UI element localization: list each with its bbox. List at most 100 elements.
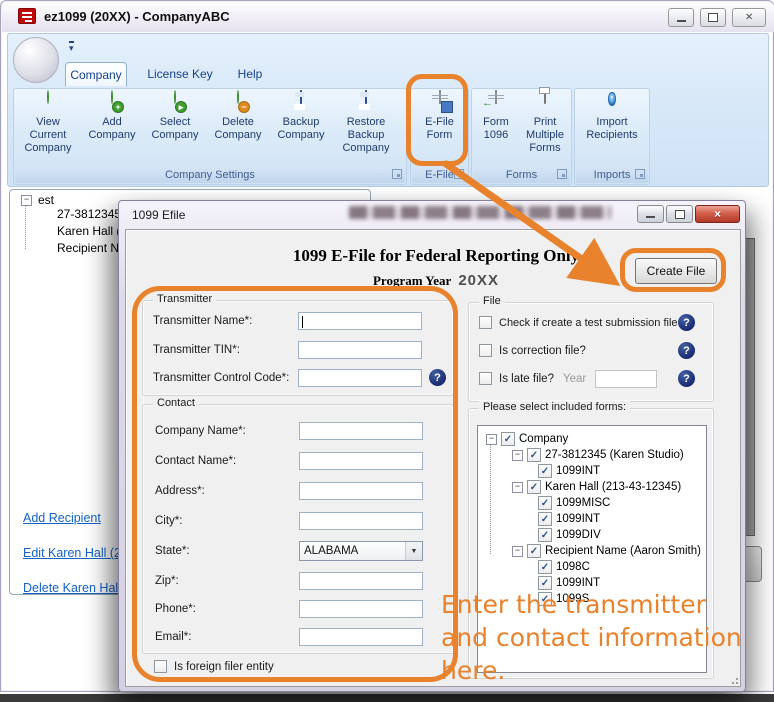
close-button[interactable]: ×: [732, 8, 766, 27]
checked-checkbox: ✓: [538, 464, 552, 478]
dialog-launcher-icon[interactable]: [392, 169, 402, 179]
group-label-text: Forms: [506, 169, 537, 181]
collapse-icon[interactable]: −: [512, 482, 523, 493]
group-label-imports: Imports: [576, 167, 648, 183]
collapse-icon[interactable]: −: [512, 450, 523, 461]
minimize-button[interactable]: [668, 8, 694, 27]
maximize-icon: [708, 13, 718, 22]
tree-item-label: Company: [519, 433, 568, 445]
tree-item-label: 1099DIV: [556, 529, 601, 541]
floppy-disk-icon: [291, 91, 311, 111]
import-recipients-button[interactable]: ↑ Import Recipients: [578, 91, 646, 142]
plus-badge-icon: +: [112, 101, 124, 113]
help-icon[interactable]: ?: [678, 370, 695, 387]
tab-help[interactable]: Help: [229, 62, 271, 86]
dialog-launcher-icon[interactable]: [557, 169, 567, 179]
close-icon: ×: [714, 207, 721, 221]
forms-tree-item[interactable]: − ✓ Company: [486, 432, 568, 446]
dialog-minimize-button[interactable]: [637, 205, 664, 223]
form-1096-button[interactable]: ← Form 1096: [473, 91, 519, 142]
forms-tree-item[interactable]: ✓ 1098C: [538, 560, 590, 574]
form-document-icon: ←: [486, 91, 506, 111]
forms-tree-item[interactable]: − ✓ Karen Hall (213-43-12345): [512, 480, 681, 494]
help-icon[interactable]: ?: [678, 342, 695, 359]
check-icon: ✓: [530, 546, 538, 557]
dialog-launcher-icon[interactable]: [454, 169, 464, 179]
dialog-close-button[interactable]: ×: [695, 205, 740, 223]
included-forms-legend: Please select included forms:: [479, 401, 630, 413]
restore-backup-company-button[interactable]: Restore Backup Company: [333, 91, 399, 155]
tree-item-label: Recipient Name (Aaron Smith): [545, 545, 701, 557]
button-label: Backup Company: [270, 116, 332, 142]
minimize-icon: [646, 216, 655, 218]
close-icon: ×: [745, 10, 753, 26]
printer-icon: [535, 91, 555, 111]
checkbox-label: Is late file?: [499, 373, 554, 385]
group-label-text: Imports: [594, 169, 631, 181]
check-icon: ✓: [541, 466, 549, 477]
button-label: Import Recipients: [578, 116, 646, 142]
checked-checkbox: ✓: [538, 528, 552, 542]
forms-tree-item[interactable]: ✓ 1099INT: [538, 512, 600, 526]
forms-tree-item[interactable]: − ✓ Recipient Name (Aaron Smith): [512, 544, 701, 558]
globe-minus-icon: −: [228, 91, 248, 111]
collapse-icon[interactable]: −: [486, 434, 497, 445]
print-multiple-forms-button[interactable]: Print Multiple Forms: [520, 91, 570, 155]
check-icon: ✓: [504, 434, 512, 445]
tab-company[interactable]: Company: [65, 62, 127, 86]
check-icon: ✓: [541, 498, 549, 509]
checked-checkbox: ✓: [538, 560, 552, 574]
app-logo-icon: [18, 8, 36, 24]
up-arrow-glyph: ↑: [608, 92, 616, 106]
checked-checkbox: ✓: [538, 496, 552, 510]
link-label: Add Recipient: [23, 511, 101, 525]
tree-item-label: 1099MISC: [556, 497, 610, 509]
collapse-icon[interactable]: −: [21, 195, 32, 206]
group-label-forms: Forms: [473, 167, 570, 183]
delete-company-button[interactable]: − Delete Company: [207, 91, 269, 142]
maximize-button[interactable]: [700, 8, 726, 27]
dialog-maximize-button[interactable]: [666, 205, 693, 223]
tab-license-key[interactable]: License Key: [141, 62, 219, 86]
group-label-text: E-File: [425, 169, 454, 181]
floppy-disk-icon: [356, 91, 376, 111]
group-label-efile: E-File: [412, 167, 467, 183]
button-label: Print Multiple Forms: [520, 116, 570, 155]
help-icon[interactable]: ?: [678, 314, 695, 331]
file-legend: File: [479, 295, 505, 307]
bottom-desktop-bar: [0, 694, 774, 702]
application-orb-button[interactable]: [13, 37, 59, 83]
select-company-button[interactable]: ▸ Select Company: [144, 91, 206, 142]
dialog-title: 1099 Efile: [132, 208, 185, 222]
test-submission-checkbox[interactable]: [479, 316, 492, 329]
tree-item-label: 27-3812345 (Karen Studio): [545, 449, 684, 461]
correction-file-checkbox[interactable]: [479, 344, 492, 357]
checked-checkbox: ✓: [501, 432, 515, 446]
collapse-icon[interactable]: −: [512, 546, 523, 557]
tree-connector: [25, 205, 26, 249]
forms-tree-item[interactable]: ✓ 1099INT: [538, 464, 600, 478]
check-icon: ✓: [530, 482, 538, 493]
main-titlebar: ez1099 (20XX) - CompanyABC ×: [2, 2, 774, 32]
tree-item-label: 1098C: [556, 561, 590, 573]
add-company-button[interactable]: + Add Company: [81, 91, 143, 142]
tree-item-label: est: [38, 193, 54, 207]
year-input[interactable]: [595, 370, 657, 388]
tree-item-label: 1099INT: [556, 465, 600, 477]
forms-tree-item[interactable]: − ✓ 27-3812345 (Karen Studio): [512, 448, 684, 462]
globe-icon: [38, 91, 58, 111]
view-current-company-button[interactable]: View Current Company: [17, 91, 79, 155]
check-icon: ✓: [541, 562, 549, 573]
question-glyph: ?: [683, 373, 690, 385]
check-icon: ✓: [530, 450, 538, 461]
forms-tree-item[interactable]: ✓ 1099MISC: [538, 496, 610, 510]
tree-item-root[interactable]: − est: [21, 193, 54, 207]
add-recipient-link[interactable]: Add Recipient: [23, 511, 101, 525]
tree-item-label: Karen Hall (213-43-12345): [545, 481, 681, 493]
button-label: Delete Company: [207, 116, 269, 142]
dialog-launcher-icon[interactable]: [635, 169, 645, 179]
late-file-checkbox[interactable]: [479, 372, 492, 385]
forms-tree-item[interactable]: ✓ 1099DIV: [538, 528, 601, 542]
quick-access-dropdown[interactable]: ▾: [69, 41, 74, 52]
backup-company-button[interactable]: Backup Company: [270, 91, 332, 142]
